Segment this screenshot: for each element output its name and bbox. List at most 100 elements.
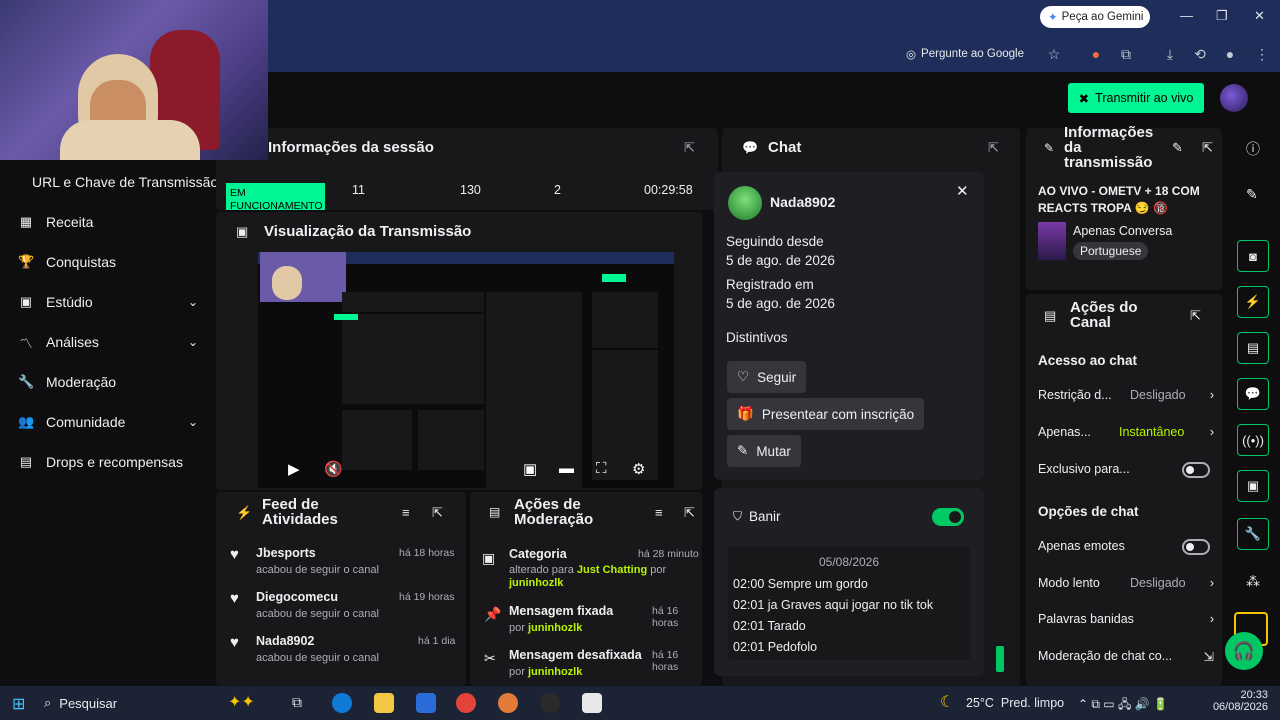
mute-icon[interactable]: 🔇 <box>324 460 343 478</box>
copilot-icon[interactable]: ✦✦ <box>228 692 255 712</box>
share-icon[interactable]: ⁂ <box>1246 573 1260 590</box>
category-name[interactable]: Apenas Conversa <box>1073 224 1172 238</box>
stat-cell: 11 <box>352 183 365 197</box>
help-icon[interactable]: 🎧 <box>1225 632 1263 670</box>
language-tag[interactable]: Portuguese <box>1073 242 1149 260</box>
emote-only-toggle[interactable] <box>1182 539 1210 555</box>
edit-icon[interactable]: ✎ <box>1246 186 1258 203</box>
action-row[interactable]: Modo lento Desligado › <box>1038 576 1214 590</box>
bolt-icon[interactable]: ⚡ <box>1237 286 1269 318</box>
popout-icon[interactable]: ⇱ <box>1190 308 1201 324</box>
category-thumbnail <box>1038 222 1066 260</box>
chat-message: 02:00 Sempre um gordo <box>733 577 868 591</box>
ask-google-button[interactable]: ◎ Pergunte ao Google <box>906 44 1040 64</box>
app-icon[interactable] <box>498 693 518 713</box>
stat-cell: 130 <box>460 183 481 197</box>
following-date: 5 de ago. de 2026 <box>726 253 835 268</box>
document-icon: ▤ <box>489 505 501 519</box>
download-icon[interactable]: ⤓ <box>1160 44 1180 64</box>
sidebar-item-drops[interactable]: ▤ Drops e recompensas <box>18 448 208 476</box>
wrench-icon: 🔧 <box>18 374 35 389</box>
edit-pencil-icon[interactable]: ✎ <box>1172 140 1183 156</box>
gift-sub-button[interactable]: 🎁 Presentear com inscrição <box>727 398 925 430</box>
settings-icon[interactable]: ⚙ <box>632 460 645 478</box>
sidebar-item-community[interactable]: 👥 Comunidade ⌄ <box>18 408 208 436</box>
wrench-icon[interactable]: 🔧 <box>1237 518 1269 550</box>
clock[interactable]: 20:33 06/08/2026 <box>1208 689 1268 713</box>
sidebar-item-studio[interactable]: ▣ Estúdio ⌄ <box>18 288 208 316</box>
channel-actions-icon[interactable]: ▣ <box>1237 470 1269 502</box>
heart-icon: ♡ <box>737 369 750 384</box>
popout-icon[interactable]: ⇱ <box>432 505 443 521</box>
ban-toggle[interactable] <box>932 508 964 526</box>
explorer-icon[interactable] <box>374 693 394 713</box>
follow-button[interactable]: ♡ Seguir <box>727 361 807 393</box>
exclusive-toggle[interactable] <box>1182 462 1210 478</box>
registered-date: 5 de ago. de 2026 <box>726 296 835 311</box>
close-window-icon[interactable]: ✕ <box>1254 8 1265 24</box>
tray-icons[interactable]: ⌃ ⧉ ▭ 🖧 🔊 🔋 <box>1078 695 1168 716</box>
camera-icon[interactable]: ◙ <box>1237 240 1269 272</box>
list-item: ♥ Nada8902 há 1 dia acabou de seguir o c… <box>230 634 456 664</box>
menu-icon[interactable]: ⋮ <box>1252 44 1272 64</box>
shield-icon: ⛉ <box>733 509 743 523</box>
weather-text[interactable]: 25°C Pred. limpo <box>966 696 1064 710</box>
clip-icon[interactable]: ▬ <box>559 460 574 477</box>
extension-icon[interactable]: ● <box>1086 44 1106 64</box>
sidebar-item-achievements[interactable]: 🏆 Conquistas <box>18 248 208 276</box>
popout-icon[interactable]: ⇱ <box>684 505 695 521</box>
task-view-icon[interactable]: ⧉ <box>292 694 302 711</box>
sidebar-item-analytics[interactable]: 〽 Análises ⌄ <box>18 328 208 356</box>
profile-icon[interactable]: ● <box>1220 44 1240 64</box>
history-icon[interactable]: ⟲ <box>1190 44 1210 64</box>
log-date: 05/08/2026 <box>818 555 880 569</box>
user-name[interactable]: Nada8902 <box>770 194 835 210</box>
action-row[interactable]: Palavras banidas › <box>1038 612 1214 626</box>
popout-icon[interactable]: ⇱ <box>1202 140 1213 156</box>
info-icon[interactable]: ⓘ <box>1246 139 1260 159</box>
document-icon[interactable]: ▤ <box>1237 332 1269 364</box>
play-icon[interactable]: ▶ <box>288 460 300 478</box>
action-row[interactable]: Restrição d... Desligado › <box>1038 388 1214 402</box>
chrome-icon[interactable] <box>456 693 476 713</box>
popout-icon[interactable]: ⇱ <box>684 140 695 156</box>
unpin-icon: ✂ <box>484 650 496 666</box>
maximize-icon[interactable]: ❐ <box>1216 8 1228 24</box>
avatar[interactable] <box>1220 84 1248 112</box>
action-row[interactable]: Apenas... Instantâneo › <box>1038 425 1214 439</box>
edge-icon[interactable] <box>332 693 352 713</box>
chat-access-heading: Acesso ao chat <box>1038 353 1138 368</box>
store-icon[interactable] <box>416 693 436 713</box>
close-icon[interactable]: ✕ <box>956 182 969 200</box>
popout-icon[interactable]: ⇱ <box>988 140 999 156</box>
chat-message: 02:01 Pedofolo <box>733 640 818 654</box>
windows-start-icon[interactable]: ⊞ <box>12 694 25 714</box>
sidebar-item-moderation[interactable]: 🔧 Moderação <box>18 368 208 396</box>
extensions-puzzle-icon[interactable]: ⧉ <box>1116 44 1136 64</box>
stream-info-title: Informações da transmissão <box>1064 124 1154 171</box>
filter-icon[interactable]: ≡ <box>655 505 663 520</box>
stream-preview-video[interactable] <box>258 252 674 488</box>
bookmark-star-icon[interactable]: ☆ <box>1044 44 1064 64</box>
chat-title: Chat <box>768 139 802 156</box>
gift-icon: 🎁 <box>737 406 754 421</box>
broadcast-icon[interactable]: ((•)) <box>1237 424 1269 456</box>
go-live-button[interactable]: ✖ Transmitir ao vivo <box>1068 83 1204 113</box>
obs-icon[interactable] <box>540 693 560 713</box>
list-item: ♥ Jbesports há 18 horas acabou de seguir… <box>230 546 455 576</box>
filter-icon[interactable]: ≡ <box>402 505 410 520</box>
fullscreen-icon[interactable]: ⛶ <box>596 460 607 477</box>
action-row[interactable]: Moderação de chat co... ⇲ <box>1038 649 1214 664</box>
sidebar-item-revenue[interactable]: ▦ Receita <box>18 208 208 236</box>
gemini-button[interactable]: ✦ Peça ao Gemini <box>1040 6 1150 28</box>
mute-button[interactable]: ✎ Mutar <box>727 435 801 467</box>
theater-icon[interactable]: ▣ <box>523 460 537 478</box>
community-icon: 👥 <box>18 414 35 429</box>
document-app-icon[interactable] <box>582 693 602 713</box>
sidebar-item-stream-key[interactable]: URL e Chave de Transmissão <box>32 174 216 190</box>
chat-send-button[interactable] <box>996 646 1004 672</box>
minimize-icon[interactable]: — <box>1180 8 1193 23</box>
taskbar-search[interactable]: ⌕ Pesquisar <box>44 689 216 717</box>
chat-bubble-icon[interactable]: 💬 <box>1237 378 1269 410</box>
heart-icon: ♥ <box>230 634 239 651</box>
